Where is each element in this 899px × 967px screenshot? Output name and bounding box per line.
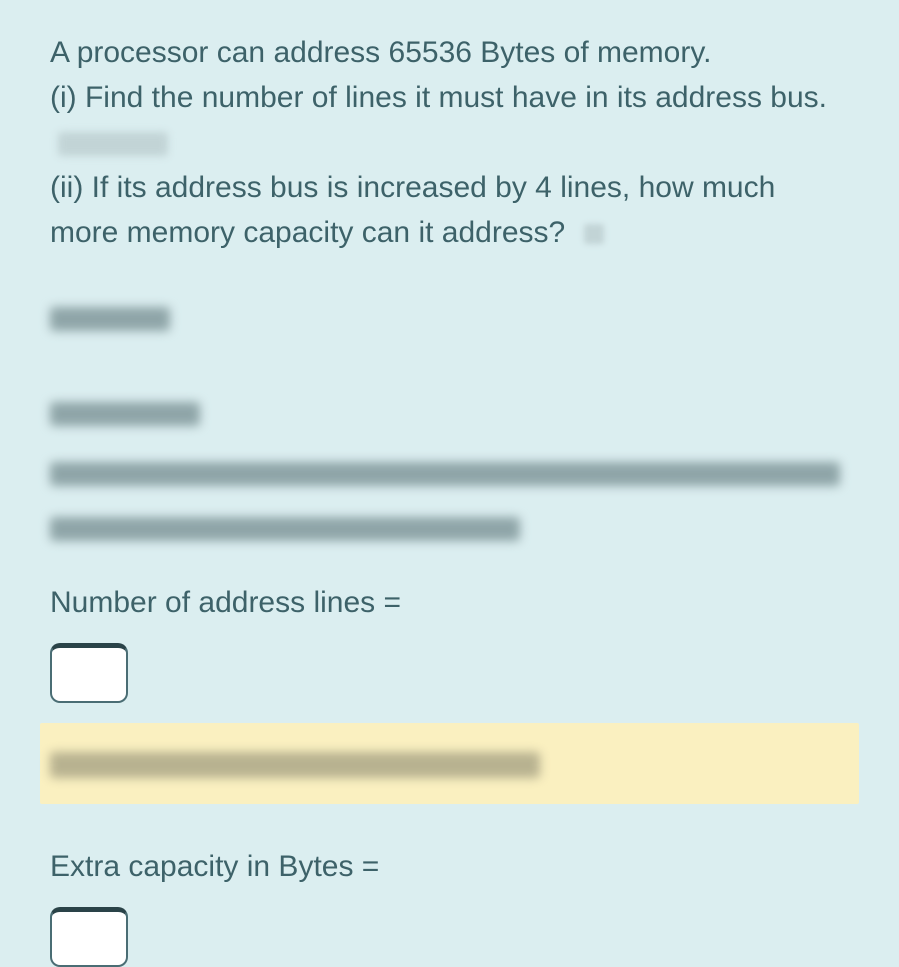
blurred-hint-1: [58, 132, 168, 156]
address-lines-input[interactable]: [50, 643, 128, 703]
blurred-region-4: [50, 505, 849, 550]
blurred-region-1: [50, 295, 849, 340]
question-part-i: (i) Find the number of lines it must hav…: [50, 81, 827, 114]
question-part-ii: (ii) If its address bus is increased by …: [50, 171, 775, 249]
address-lines-label: Number of address lines =: [50, 580, 849, 625]
question-intro: A processor can address 65536 Bytes of m…: [50, 36, 711, 69]
blurred-hint-2: [584, 224, 604, 244]
extra-capacity-input[interactable]: [50, 907, 128, 967]
question-block: A processor can address 65536 Bytes of m…: [50, 30, 849, 255]
blurred-region-2: [50, 390, 849, 435]
extra-capacity-label: Extra capacity in Bytes =: [50, 844, 849, 889]
blurred-region-3: [50, 450, 849, 495]
highlighted-hint: [40, 723, 859, 804]
